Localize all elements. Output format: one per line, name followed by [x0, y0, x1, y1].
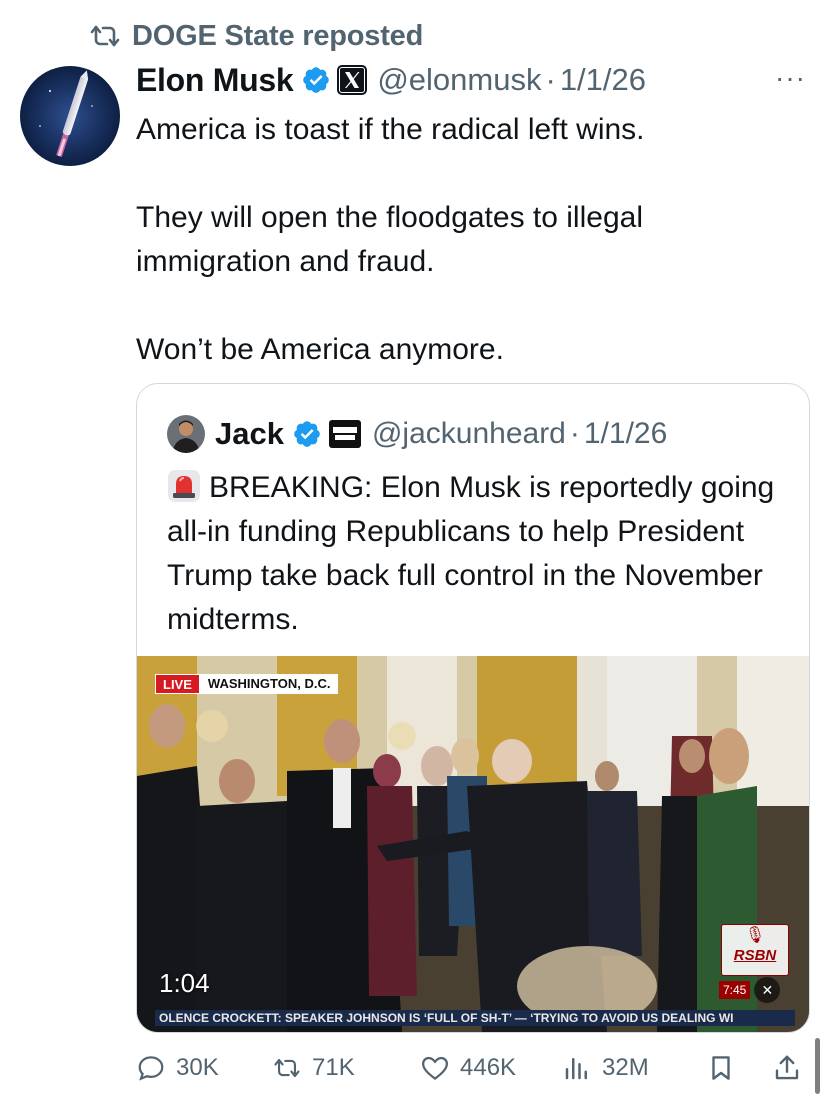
tweet-date[interactable]: 1/1/26 [560, 62, 646, 98]
separator-dot: · [569, 417, 580, 450]
repost-icon [274, 1059, 300, 1077]
reply-icon [138, 1056, 164, 1081]
repost-indicator[interactable]: DOGE State reposted [88, 18, 423, 54]
video-duration: 1:04 [159, 968, 210, 998]
tweet-paragraph: America is toast if the radical left win… [136, 113, 645, 146]
like-count: 446K [460, 1054, 517, 1081]
scrollbar[interactable] [815, 1038, 820, 1094]
verified-badge-icon[interactable] [292, 419, 322, 449]
tweet-paragraph: Won’t be America anymore. [136, 333, 504, 366]
quoted-tweet-body: BREAKING: Elon Musk is reportedly going … [167, 471, 775, 636]
video-player[interactable]: LIVE WASHINGTON, D.C. 1:04 🎙 RSBN 7:45 ✕… [137, 656, 809, 1032]
live-label: LIVE [155, 674, 200, 694]
live-banner: LIVE WASHINGTON, D.C. [155, 674, 339, 694]
heart-icon [421, 1056, 449, 1081]
like-button[interactable]: 446K [420, 1050, 516, 1086]
quoted-tweet-header: Jack @jackunheard · 1/1/26 [167, 414, 667, 454]
author-handle[interactable]: @elonmusk [377, 62, 541, 98]
repost-icon [88, 23, 122, 49]
views-button[interactable]: 32M [562, 1050, 649, 1086]
news-ticker: OLENCE CROCKETT: SPEAKER JOHNSON IS ‘FUL… [155, 1010, 795, 1026]
tweet-paragraph: They will open the floodgates to illegal… [136, 201, 643, 278]
mute-icon[interactable]: ✕ [754, 977, 781, 1003]
tweet-text: America is toast if the radical left win… [136, 108, 796, 372]
x-logo-icon[interactable] [337, 65, 368, 95]
quoted-tweet-date[interactable]: 1/1/26 [584, 417, 667, 451]
repost-count: 71K [312, 1054, 355, 1081]
author-name[interactable]: Elon Musk [136, 62, 294, 99]
quoted-tweet[interactable]: Jack @jackunheard · 1/1/26 BREAKING: Elo… [136, 383, 810, 1033]
quoted-author-handle[interactable]: @jackunheard [372, 417, 566, 451]
bookmark-icon [712, 1056, 730, 1080]
reply-count: 30K [176, 1054, 219, 1081]
views-chart-icon [565, 1058, 587, 1080]
repost-label: DOGE State reposted [132, 19, 424, 52]
siren-icon [168, 470, 200, 502]
reply-button[interactable]: 30K [136, 1050, 219, 1086]
share-button[interactable] [772, 1050, 802, 1086]
location-label: WASHINGTON, D.C. [199, 674, 339, 694]
benny-show-logo-icon[interactable] [328, 419, 362, 449]
tweet-header: Elon Musk @elonmusk · 1/1/26 [136, 60, 646, 100]
author-avatar[interactable] [20, 66, 120, 166]
bookmark-button[interactable] [706, 1050, 736, 1086]
share-icon [775, 1055, 799, 1080]
repost-button[interactable]: 71K [272, 1050, 355, 1086]
view-count: 32M [602, 1054, 649, 1081]
separator-dot: · [545, 62, 556, 97]
verified-badge-icon[interactable] [301, 65, 331, 95]
quoted-tweet-text: BREAKING: Elon Musk is reportedly going … [167, 466, 797, 642]
broadcast-clock: 7:45 ✕ [719, 977, 781, 1003]
quoted-author-avatar[interactable] [167, 415, 205, 453]
rsbn-logo: 🎙 RSBN [721, 924, 789, 976]
clock-time: 7:45 [719, 981, 751, 999]
more-options-icon[interactable]: ··· [775, 64, 811, 92]
microphone-icon: 🎙 [744, 927, 766, 944]
channel-logo-text: RSBN [733, 947, 777, 964]
video-frame [137, 656, 809, 1032]
quoted-author-name[interactable]: Jack [215, 416, 284, 452]
action-bar: 30K 71K 446K 32M [0, 1046, 828, 1090]
